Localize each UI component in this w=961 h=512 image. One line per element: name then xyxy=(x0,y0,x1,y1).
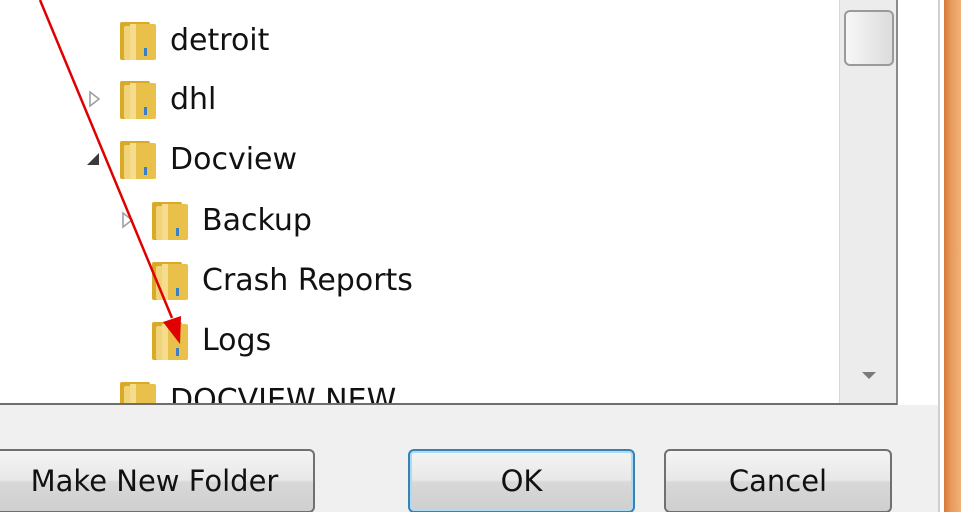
folder-icon xyxy=(118,77,158,121)
tree-border xyxy=(896,0,898,405)
button-label: Make New Folder xyxy=(30,464,279,498)
tree-item-detroit[interactable]: detroit xyxy=(118,10,269,70)
scroll-down-arrow-icon[interactable] xyxy=(862,372,876,379)
tree-item-docview[interactable]: Docview xyxy=(118,129,297,189)
tree-item-label: Logs xyxy=(202,322,272,358)
tree-item-backup[interactable]: Backup xyxy=(150,190,312,250)
window-edge-line xyxy=(938,0,940,512)
expand-arrow-icon[interactable] xyxy=(119,211,137,229)
tree-item-label: Backup xyxy=(202,202,312,238)
tree-item-label: detroit xyxy=(170,22,270,58)
folder-icon xyxy=(118,137,158,181)
tree-item-label: Docview xyxy=(170,141,298,177)
folder-tree[interactable]: detroit dhl Docview Backup Crash Reports… xyxy=(0,0,938,404)
background-window-edge xyxy=(944,0,961,512)
vertical-scrollbar[interactable] xyxy=(839,0,897,403)
folder-icon xyxy=(150,258,190,302)
ok-button[interactable]: OK xyxy=(408,449,635,512)
folder-icon xyxy=(118,18,158,62)
tree-item-label: Crash Reports xyxy=(202,262,413,298)
tree-item-dhl[interactable]: dhl xyxy=(118,69,216,129)
folder-browser-dialog: detroit dhl Docview Backup Crash Reports… xyxy=(0,0,961,512)
tree-item-label: dhl xyxy=(170,81,217,117)
button-label: Cancel xyxy=(728,464,828,498)
cancel-button[interactable]: Cancel xyxy=(664,449,892,512)
folder-icon xyxy=(150,318,190,362)
scrollbar-thumb[interactable] xyxy=(844,10,894,66)
collapse-arrow-icon[interactable] xyxy=(84,150,102,168)
folder-icon xyxy=(118,378,158,404)
button-label: OK xyxy=(500,464,543,498)
make-new-folder-button[interactable]: Make New Folder xyxy=(0,449,315,512)
folder-icon xyxy=(150,198,190,242)
expand-arrow-icon[interactable] xyxy=(86,90,104,108)
tree-item-crash-reports[interactable]: Crash Reports xyxy=(150,250,413,310)
tree-item-logs[interactable]: Logs xyxy=(150,310,271,370)
tree-item-label: DOCVIEW NEW xyxy=(170,382,397,405)
tree-item-docview-new[interactable]: DOCVIEW NEW xyxy=(118,370,396,404)
